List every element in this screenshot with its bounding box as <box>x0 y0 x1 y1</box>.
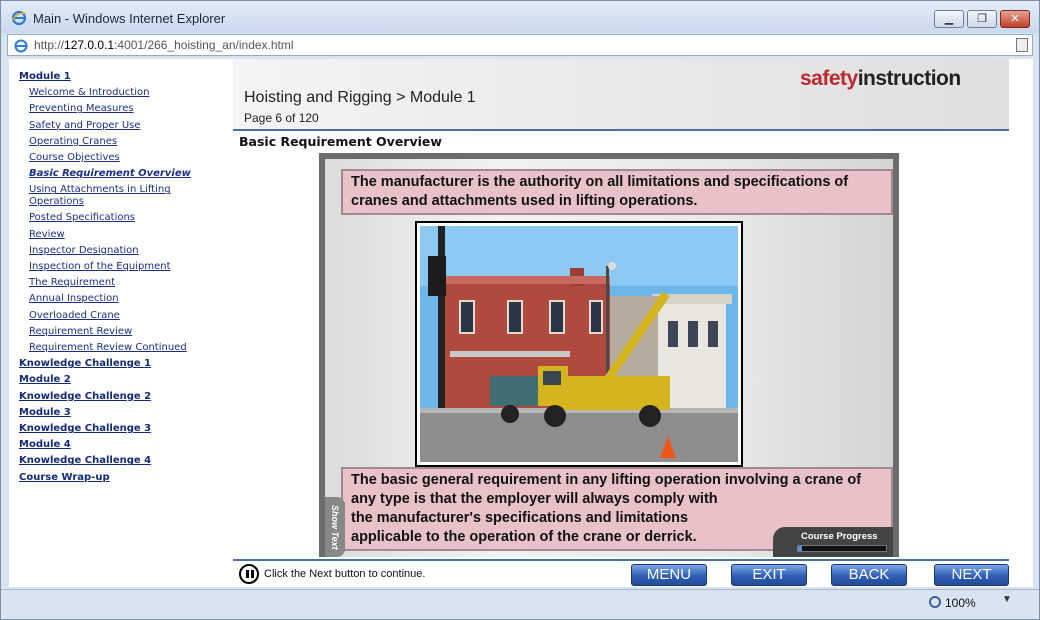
menu-item[interactable]: Safety and Proper Use <box>19 118 233 134</box>
crane-photo <box>415 221 743 467</box>
menu-item[interactable]: Welcome & Introduction <box>19 85 233 101</box>
menu-button[interactable]: MENU <box>631 564 707 586</box>
status-bar: 100% ▼ <box>1 589 1039 619</box>
menu-item[interactable]: Module 3 <box>19 405 233 421</box>
caption-top: The manufacturer is the authority on all… <box>341 169 893 215</box>
page-content: Module 1 Welcome & Introduction Preventing… <box>9 59 1033 587</box>
pause-icon[interactable] <box>239 564 259 584</box>
menu-item[interactable]: Knowledge Challenge 3 <box>19 421 233 437</box>
minimize-button[interactable]: ▁ <box>934 10 964 28</box>
url-path: :4001/266_hoisting_an/index.html <box>114 38 294 52</box>
window-title: Main - Windows Internet Explorer <box>33 11 226 26</box>
footer-bar: Click the Next button to continue. MENU … <box>233 559 1009 587</box>
progress-track <box>797 545 887 552</box>
menu-item[interactable]: Using Attachments in Lifting Operations <box>19 182 189 210</box>
caption-bottom-line: the manufacturer's specifications and li… <box>351 510 689 526</box>
title-bar: Main - Windows Internet Explorer ▁ ❐ ✕ <box>1 1 1039 33</box>
next-button[interactable]: NEXT <box>934 564 1009 586</box>
course-main: safetyinstruction Hoisting and Rigging >… <box>233 59 1009 587</box>
page-counter: Page 6 of 120 <box>244 111 319 125</box>
menu-item[interactable]: Review <box>19 227 233 243</box>
caption-bottom-line: any type is that the employer will alway… <box>351 491 718 507</box>
menu-item[interactable]: Operating Cranes <box>19 134 233 150</box>
menu-item[interactable]: Inspector Designation <box>19 243 233 259</box>
url-host: 127.0.0.1 <box>64 38 115 52</box>
address-bar[interactable]: http://127.0.0.1:4001/266_hoisting_an/in… <box>7 34 1033 56</box>
course-header: safetyinstruction Hoisting and Rigging >… <box>233 59 1009 131</box>
menu-item[interactable]: Knowledge Challenge 2 <box>19 389 233 405</box>
menu-item[interactable]: Basic Requirement Overview <box>19 166 233 182</box>
crane-photo-image <box>420 226 738 462</box>
menu-item[interactable]: Requirement Review <box>19 324 233 340</box>
exit-button[interactable]: EXIT <box>731 564 807 586</box>
menu-item[interactable]: Module 4 <box>19 437 233 453</box>
page-icon[interactable] <box>1016 38 1028 52</box>
logo-part-safety: safety <box>800 67 858 90</box>
menu-item[interactable]: Requirement Review Continued <box>19 340 233 356</box>
section-title: Basic Requirement Overview <box>239 134 442 149</box>
chevron-down-icon[interactable]: ▼ <box>1002 594 1012 605</box>
url-text[interactable]: http://127.0.0.1:4001/266_hoisting_an/in… <box>34 38 294 52</box>
ie-page-icon <box>14 39 28 53</box>
show-text-tab[interactable]: Show Text <box>325 497 345 557</box>
course-menu: Module 1 Welcome & Introduction Preventing… <box>9 59 233 587</box>
menu-item[interactable]: Annual Inspection <box>19 291 233 307</box>
footer-hint: Click the Next button to continue. <box>264 568 426 580</box>
menu-item[interactable]: Knowledge Challenge 4 <box>19 453 233 469</box>
close-button[interactable]: ✕ <box>1000 10 1030 28</box>
course-progress: Course Progress <box>773 527 893 557</box>
caption-bottom-line: The basic general requirement in any lif… <box>351 472 862 488</box>
menu-item[interactable]: Knowledge Challenge 1 <box>19 356 233 372</box>
slide-background: The manufacturer is the authority on all… <box>325 159 893 557</box>
browser-window: Main - Windows Internet Explorer ▁ ❐ ✕ h… <box>0 0 1040 620</box>
menu-item[interactable]: Course Wrap-up <box>19 470 233 486</box>
menu-item[interactable]: Inspection of the Equipment <box>19 259 233 275</box>
safetyinstruction-logo: safetyinstruction <box>800 67 961 91</box>
menu-item[interactable]: Module 2 <box>19 372 233 388</box>
zoom-icon[interactable] <box>929 596 941 608</box>
menu-item[interactable]: Preventing Measures <box>19 101 233 117</box>
menu-item[interactable]: Overloaded Crane <box>19 308 233 324</box>
back-button[interactable]: BACK <box>831 564 907 586</box>
maximize-button[interactable]: ❐ <box>967 10 997 28</box>
logo-part-instruction: instruction <box>857 67 962 90</box>
progress-fill <box>798 546 803 551</box>
course-progress-label: Course Progress <box>801 531 878 542</box>
breadcrumb: Hoisting and Rigging > Module 1 <box>244 89 476 106</box>
zoom-level[interactable]: 100% <box>945 596 976 610</box>
menu-item[interactable]: The Requirement <box>19 275 233 291</box>
menu-item[interactable]: Posted Specifications <box>19 210 233 226</box>
ie-logo-icon <box>11 10 27 26</box>
url-prefix: http:// <box>34 38 65 52</box>
menu-item[interactable]: Course Objectives <box>19 150 233 166</box>
slide-stage: The manufacturer is the authority on all… <box>319 153 899 557</box>
menu-item[interactable]: Module 1 <box>19 69 233 85</box>
